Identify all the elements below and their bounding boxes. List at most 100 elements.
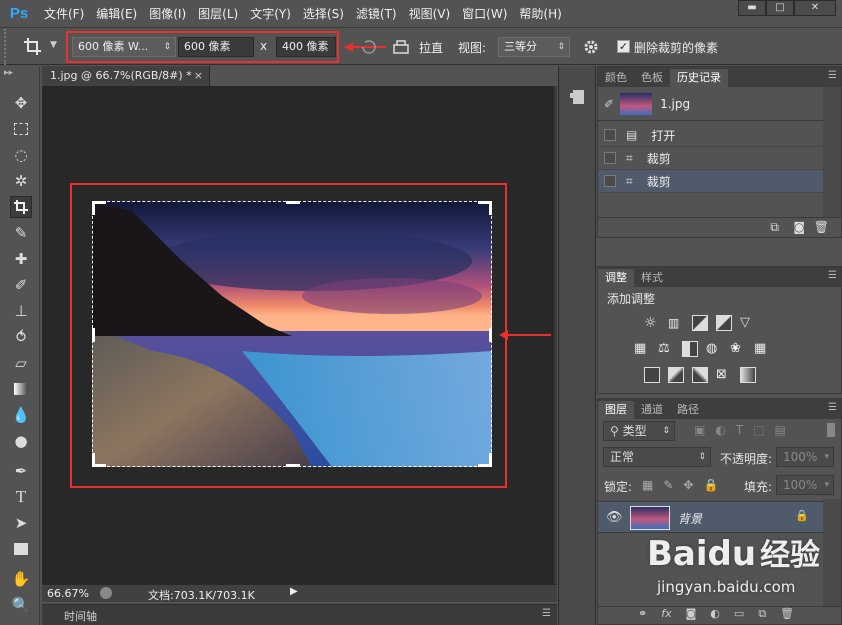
history-item-selected[interactable]: ⌗ 裁剪 bbox=[598, 170, 823, 193]
crop-handle-br[interactable] bbox=[489, 453, 492, 467]
timeline-label[interactable]: 时间轴 bbox=[64, 608, 97, 624]
tab-history[interactable]: 历史记录 bbox=[670, 69, 728, 87]
healing-brush-tool-icon[interactable]: ✚ bbox=[10, 248, 32, 270]
zoom-level[interactable]: 66.67% bbox=[47, 587, 89, 600]
crop-handle-tl[interactable] bbox=[92, 201, 95, 215]
history-panel-icon[interactable] bbox=[569, 88, 587, 106]
zoom-tool-icon[interactable]: 🔍 bbox=[10, 594, 32, 616]
layer-row[interactable]: 👁 背景 🔒 bbox=[598, 501, 823, 533]
dodge-tool-icon[interactable]: ● bbox=[10, 430, 32, 452]
camera-icon[interactable]: ◙ bbox=[793, 220, 805, 234]
preset-select[interactable]: 600 像素 W... ⇕ bbox=[72, 37, 176, 57]
history-brush-tool-icon[interactable]: ⥀ bbox=[10, 326, 32, 348]
lock-pixels-icon[interactable]: ✎ bbox=[663, 478, 673, 492]
crop-handle-bottom[interactable] bbox=[286, 464, 300, 467]
trash-icon[interactable]: 🗑 bbox=[814, 220, 829, 234]
layers-scrollbar[interactable] bbox=[823, 499, 841, 607]
type-filter-icon[interactable]: T bbox=[736, 423, 743, 437]
menu-help[interactable]: 帮助(H) bbox=[513, 5, 567, 22]
tab-swatches[interactable]: 色板 bbox=[634, 69, 670, 87]
tab-channels[interactable]: 通道 bbox=[634, 401, 670, 419]
collapse-icon[interactable]: ▸▸ bbox=[4, 68, 13, 78]
minimize-button[interactable]: ▬ bbox=[738, 0, 766, 16]
brush-tool-icon[interactable]: ✐ bbox=[10, 274, 32, 296]
move-tool-icon[interactable]: ✥ bbox=[10, 92, 32, 114]
adjustment-layer-icon[interactable]: ◐ bbox=[710, 607, 720, 624]
levels-icon[interactable]: ▥ bbox=[668, 315, 684, 331]
history-checkbox[interactable] bbox=[604, 129, 616, 141]
history-scrollbar[interactable] bbox=[823, 87, 841, 217]
brush-source-icon[interactable]: ✐ bbox=[604, 97, 614, 111]
width-input[interactable]: 600 像素 bbox=[178, 37, 254, 57]
gradient-tool-icon[interactable] bbox=[10, 378, 32, 400]
menu-window[interactable]: 窗口(W) bbox=[456, 5, 513, 22]
history-item[interactable]: ▤ 打开 bbox=[598, 124, 823, 147]
blur-tool-icon[interactable]: 💧 bbox=[10, 404, 32, 426]
tab-styles[interactable]: 样式 bbox=[634, 269, 670, 287]
tab-paths[interactable]: 路径 bbox=[670, 401, 706, 419]
color-lookup-icon[interactable]: ▦ bbox=[754, 341, 770, 357]
marquee-tool-icon[interactable] bbox=[10, 118, 32, 140]
straighten-icon[interactable] bbox=[392, 39, 410, 55]
threshold-icon[interactable] bbox=[692, 367, 708, 383]
view-select[interactable]: 三等分 ⇕ bbox=[498, 37, 570, 57]
clone-stamp-tool-icon[interactable]: ⊥ bbox=[10, 300, 32, 322]
close-window-button[interactable]: ✕ bbox=[794, 0, 836, 16]
hue-saturation-icon[interactable]: ▦ bbox=[634, 341, 650, 357]
invert-icon[interactable] bbox=[644, 367, 660, 383]
selective-color-icon[interactable]: ⊠ bbox=[716, 367, 732, 383]
tab-color[interactable]: 颜色 bbox=[598, 69, 634, 87]
eraser-tool-icon[interactable]: ▱ bbox=[10, 352, 32, 374]
pen-tool-icon[interactable]: ✒ bbox=[10, 460, 32, 482]
panel-menu-icon[interactable]: ☰ bbox=[542, 608, 551, 619]
menu-layer[interactable]: 图层(L) bbox=[192, 5, 244, 22]
pixel-filter-icon[interactable]: ▣ bbox=[694, 423, 705, 437]
crop-tool-icon[interactable] bbox=[10, 196, 32, 218]
rotate-icon[interactable] bbox=[360, 38, 378, 56]
document-tab[interactable]: 1.jpg @ 66.7%(RGB/8#) * × bbox=[42, 66, 210, 86]
fx-icon[interactable]: fx bbox=[661, 607, 671, 624]
adjustment-filter-icon[interactable]: ◐ bbox=[715, 423, 725, 437]
lock-position-icon[interactable]: ✥ bbox=[683, 478, 693, 492]
photo-filter-icon[interactable]: ◍ bbox=[706, 341, 722, 357]
straighten-label[interactable]: 拉直 bbox=[419, 39, 443, 56]
link-layers-icon[interactable]: ⚭ bbox=[638, 607, 647, 624]
vertical-scrollbar[interactable] bbox=[554, 86, 557, 584]
hand-tool-icon[interactable]: ✋ bbox=[10, 568, 32, 590]
menu-image[interactable]: 图像(I) bbox=[143, 5, 192, 22]
close-tab-icon[interactable]: × bbox=[194, 66, 203, 86]
menu-file[interactable]: 文件(F) bbox=[38, 5, 90, 22]
history-item[interactable]: ⌗ 裁剪 bbox=[598, 147, 823, 170]
smart-object-filter-icon[interactable]: ▤ bbox=[775, 423, 786, 437]
eyedropper-tool-icon[interactable]: ✎ bbox=[10, 222, 32, 244]
menu-edit[interactable]: 编辑(E) bbox=[90, 5, 143, 22]
black-white-icon[interactable] bbox=[682, 341, 698, 357]
type-tool-icon[interactable]: T bbox=[10, 486, 32, 508]
maximize-button[interactable]: □ bbox=[766, 0, 794, 16]
curves-icon[interactable] bbox=[692, 315, 708, 331]
trash-icon[interactable]: 🗑 bbox=[780, 607, 794, 624]
filter-toggle[interactable] bbox=[827, 423, 835, 437]
panel-menu-icon[interactable]: ☰ bbox=[828, 402, 837, 413]
gear-icon[interactable] bbox=[582, 38, 600, 56]
magic-wand-tool-icon[interactable]: ✲ bbox=[10, 170, 32, 192]
crop-handle-left[interactable] bbox=[92, 328, 95, 342]
layer-mask-icon[interactable]: ◙ bbox=[686, 607, 697, 624]
crop-handle-right[interactable] bbox=[489, 328, 492, 342]
new-layer-icon[interactable]: ⧉ bbox=[758, 607, 766, 624]
tab-layers[interactable]: 图层 bbox=[598, 401, 634, 419]
menu-select[interactable]: 选择(S) bbox=[297, 5, 350, 22]
brightness-icon[interactable]: ☼ bbox=[644, 315, 660, 331]
folder-icon[interactable]: ▭ bbox=[734, 607, 744, 624]
new-document-icon[interactable]: ⧉ bbox=[770, 220, 779, 235]
panel-menu-icon[interactable]: ☰ bbox=[828, 270, 837, 281]
gradient-map-icon[interactable] bbox=[740, 367, 756, 383]
channel-mixer-icon[interactable]: ❀ bbox=[730, 341, 746, 357]
lock-all-icon[interactable]: 🔒 bbox=[703, 478, 718, 492]
play-icon[interactable]: ▶ bbox=[290, 586, 298, 597]
color-balance-icon[interactable]: ⚖ bbox=[658, 341, 674, 357]
layer-name[interactable]: 背景 bbox=[678, 510, 702, 527]
height-input[interactable]: 400 像素 bbox=[276, 37, 336, 57]
exposure-icon[interactable] bbox=[716, 315, 732, 331]
chevron-down-icon[interactable]: ▼ bbox=[50, 40, 57, 50]
